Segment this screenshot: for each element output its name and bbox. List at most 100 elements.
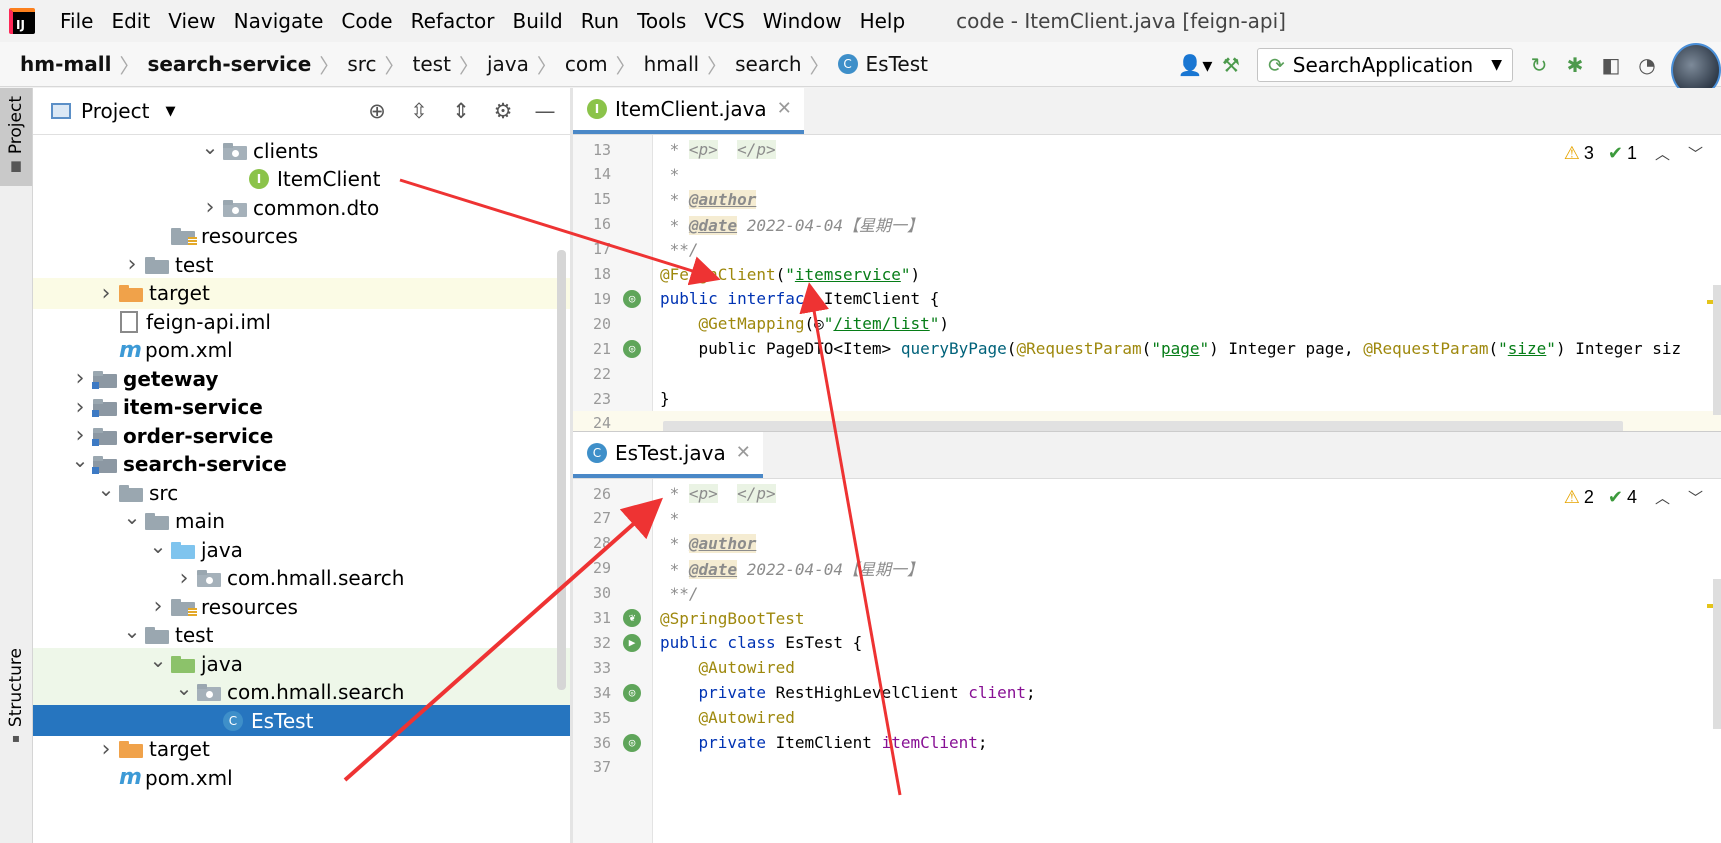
menu-file[interactable]: File	[51, 0, 102, 42]
code-line[interactable]: 17 **/	[573, 237, 1721, 262]
breadcrumb-item[interactable]: java	[479, 52, 537, 76]
menu-vcs[interactable]: VCS	[695, 0, 753, 42]
chevron-down-icon[interactable]: ﹀	[1688, 487, 1703, 508]
chevron-down-icon[interactable]: ⌄	[147, 534, 169, 558]
coverage-icon[interactable]: ◧	[1593, 47, 1629, 83]
tree-node[interactable]: › test	[33, 249, 570, 280]
tree-node[interactable]: ⌄ com.hmall.search	[33, 676, 570, 708]
expand-all-icon[interactable]: ⇳	[398, 93, 440, 129]
breadcrumb-item[interactable]: src	[339, 52, 384, 76]
run-test-icon[interactable]: ▶	[623, 633, 641, 652]
inspection-widget[interactable]: ⚠ 2 ✔ 4 ︿ ﹀	[1564, 487, 1703, 508]
code-line[interactable]: 15 * @author	[573, 187, 1721, 212]
code-line[interactable]: 22	[573, 361, 1721, 386]
chevron-down-icon[interactable]: ⌄	[121, 505, 143, 529]
code-line[interactable]: 37	[573, 755, 1721, 780]
chevron-right-icon[interactable]: ›	[69, 395, 91, 420]
code-line[interactable]: 33 @Autowired	[573, 655, 1721, 680]
breadcrumb-item[interactable]: com	[557, 52, 616, 76]
code-line[interactable]: 35 @Autowired	[573, 705, 1721, 730]
tree-node[interactable]: ⌄ java	[33, 648, 570, 679]
breadcrumb-item[interactable]: hm-mall	[12, 52, 119, 76]
project-view-select[interactable]: Project ▼	[33, 99, 175, 123]
tree-node[interactable]: feign-api.iml	[33, 306, 570, 337]
chevron-down-icon[interactable]: ﹀	[1688, 143, 1703, 164]
code-line[interactable]: 27 *	[573, 506, 1721, 531]
implementation-gutter-icon[interactable]: ◎	[623, 339, 641, 358]
tab-estest-java[interactable]: C EsTest.java ✕	[573, 432, 763, 478]
menu-refactor[interactable]: Refactor	[402, 0, 504, 42]
code-line[interactable]: 34 ◎ private RestHighLevelClient client;	[573, 680, 1721, 705]
implementation-gutter-icon[interactable]: ◎	[623, 683, 641, 702]
menu-code[interactable]: Code	[332, 0, 401, 42]
chevron-right-icon[interactable]: ›	[69, 423, 91, 448]
close-icon[interactable]: ✕	[736, 442, 751, 463]
breadcrumb-item[interactable]: C EsTest	[830, 52, 936, 76]
chevron-right-icon[interactable]: ›	[147, 594, 169, 619]
implementation-gutter-icon[interactable]: ◎	[623, 289, 641, 308]
menu-navigate[interactable]: Navigate	[225, 0, 333, 42]
chevron-right-icon[interactable]: ›	[121, 252, 143, 277]
tree-node[interactable]: › item-service	[33, 392, 570, 423]
inspection-widget[interactable]: ⚠ 3 ✔ 1 ︿ ﹀	[1564, 143, 1703, 164]
implementation-gutter-icon[interactable]: ◎	[623, 733, 641, 752]
code-line[interactable]: 30 **/	[573, 581, 1721, 606]
code-line[interactable]: 26 * <p> </p>	[573, 481, 1721, 506]
horizontal-scrollbar[interactable]	[663, 421, 1623, 431]
tool-window-project-tab[interactable]: Project ▆	[0, 88, 32, 186]
close-icon[interactable]: ✕	[777, 98, 792, 119]
menu-help[interactable]: Help	[851, 0, 915, 42]
chevron-down-icon[interactable]: ⌄	[121, 619, 143, 643]
run-configuration-select[interactable]: ⟳ SearchApplication ▼	[1257, 47, 1513, 82]
code-line[interactable]: 29 * @date 2022-04-04【星期一】	[573, 556, 1721, 581]
tree-node[interactable]: › target	[33, 277, 570, 309]
tree-node[interactable]: › resources	[33, 591, 570, 622]
tree-node[interactable]: m pom.xml	[33, 335, 570, 366]
chevron-down-icon[interactable]: ⌄	[199, 135, 221, 159]
code-line[interactable]: 31 ❦ @SpringBootTest	[573, 606, 1721, 631]
tree-node[interactable]: I ItemClient	[33, 164, 570, 195]
build-hammer-icon[interactable]: ⚒	[1213, 47, 1249, 83]
code-line[interactable]: 13 * <p> </p>	[573, 137, 1721, 162]
code-line[interactable]: 18 @FeignClient("itemservice")	[573, 262, 1721, 287]
code-line[interactable]: 21 ◎ public PageDTO<Item> queryByPage(@Re…	[573, 336, 1721, 361]
chevron-down-icon[interactable]: ⌄	[173, 676, 195, 700]
tree-node[interactable]: › geteway	[33, 363, 570, 394]
user-icon[interactable]: 👤▾	[1177, 47, 1213, 83]
code-line[interactable]: 16 * @date 2022-04-04【星期一】	[573, 212, 1721, 237]
minimize-icon[interactable]: —	[524, 93, 566, 129]
chevron-right-icon[interactable]: ›	[95, 281, 117, 306]
menu-tools[interactable]: Tools	[628, 0, 695, 42]
tree-node[interactable]: › order-service	[33, 420, 570, 451]
tree-node[interactable]: ⌄ src	[33, 477, 570, 508]
chevron-right-icon[interactable]: ›	[95, 737, 117, 762]
tree-node[interactable]: resources	[33, 221, 570, 252]
tree-node[interactable]: › target	[33, 734, 570, 765]
chevron-up-icon[interactable]: ︿	[1655, 487, 1670, 508]
code-line[interactable]: 19 ◎ public interface ItemClient {	[573, 286, 1721, 311]
locate-icon[interactable]: ⊕	[356, 93, 398, 129]
menu-build[interactable]: Build	[504, 0, 572, 42]
vertical-scrollbar[interactable]	[1713, 285, 1721, 415]
tree-node[interactable]: ⌄ clients	[33, 135, 570, 166]
project-scrollbar[interactable]	[557, 250, 566, 690]
code-line[interactable]: 20 @GetMapping(◎"/item/list")	[573, 311, 1721, 336]
tree-node[interactable]: ⌄ java	[33, 534, 570, 565]
tree-node[interactable]: › common.dto	[33, 192, 570, 223]
tree-node[interactable]: m pom.xml	[33, 762, 570, 793]
chevron-up-icon[interactable]: ︿	[1655, 143, 1670, 164]
rerun-icon[interactable]: ↻	[1521, 47, 1557, 83]
code-line[interactable]: 23}	[573, 386, 1721, 411]
code-line[interactable]: 28 * @author	[573, 531, 1721, 556]
tree-node[interactable]: › com.hmall.search	[33, 563, 570, 594]
tree-node[interactable]: ⌄ test	[33, 619, 570, 651]
menu-edit[interactable]: Edit	[102, 0, 159, 42]
menu-window[interactable]: Window	[754, 0, 851, 42]
breadcrumb-item[interactable]: search	[727, 52, 809, 76]
breadcrumb-item[interactable]: search-service	[139, 52, 319, 76]
chevron-right-icon[interactable]: ›	[69, 366, 91, 391]
chevron-down-icon[interactable]: ⌄	[147, 648, 169, 672]
tree-node[interactable]: ⌄ main	[33, 505, 570, 537]
vertical-scrollbar[interactable]	[1713, 579, 1721, 729]
tree-node[interactable]: C EsTest	[33, 705, 570, 736]
